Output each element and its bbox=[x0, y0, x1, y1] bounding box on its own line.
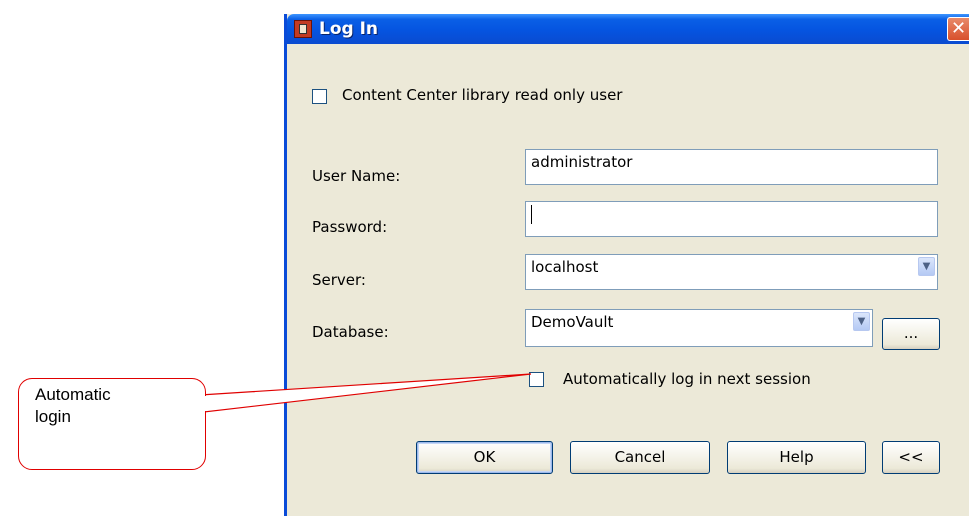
callout-text: Automatic login bbox=[35, 385, 111, 426]
callout-pointer-cover bbox=[204, 396, 206, 411]
